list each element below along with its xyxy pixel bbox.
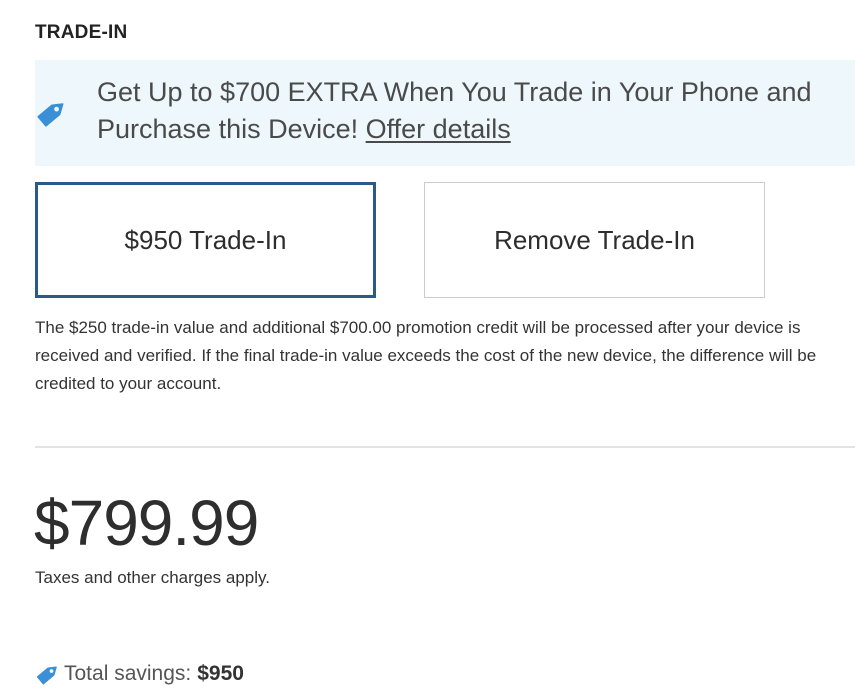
promo-banner: Get Up to $700 EXTRA When You Trade in Y… [35, 60, 855, 166]
total-savings: Total savings: $950 [35, 659, 244, 689]
device-price: $799.99 [34, 487, 259, 559]
divider [35, 446, 855, 448]
trade-in-amount-label: $950 Trade-In [124, 224, 287, 255]
remove-trade-in-button[interactable]: Remove Trade-In [424, 182, 765, 298]
price-note: Taxes and other charges apply. [35, 568, 270, 587]
price-tag-icon [35, 96, 69, 130]
section-title: TRADE-IN [35, 22, 128, 43]
remove-trade-in-label: Remove Trade-In [494, 224, 695, 255]
promo-text: Get Up to $700 EXTRA When You Trade in Y… [97, 74, 847, 148]
offer-details-link[interactable]: Offer details [366, 114, 511, 144]
price-tag-icon [35, 661, 61, 687]
trade-in-disclaimer: The $250 trade-in value and additional $… [35, 318, 817, 393]
total-savings-label: Total savings: [64, 662, 192, 685]
trade-in-amount-button[interactable]: $950 Trade-In [35, 182, 376, 298]
total-savings-value: $950 [197, 662, 244, 685]
